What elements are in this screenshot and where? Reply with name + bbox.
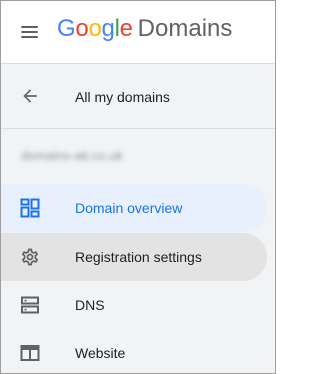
product-name: Domains xyxy=(137,15,233,42)
sidebar: All my domains domains-ati.co.uk Domain … xyxy=(1,64,275,373)
logo-letter: g xyxy=(101,15,115,42)
website-icon xyxy=(20,343,40,363)
dns-icon xyxy=(20,295,40,315)
sidebar-item-dns[interactable]: DNS xyxy=(1,281,267,329)
sidebar-item-website[interactable]: Website xyxy=(1,329,267,373)
divider xyxy=(1,128,275,129)
arrow-back-icon xyxy=(20,86,40,106)
google-domains-logo[interactable]: Google Domains xyxy=(57,15,232,47)
logo-letter: e xyxy=(119,15,133,42)
google-wordmark: Google xyxy=(57,15,133,43)
menu-line xyxy=(21,26,38,28)
app-window: Google Domains All my domains domains-at… xyxy=(0,0,276,374)
back-to-all-domains[interactable]: All my domains xyxy=(1,64,275,128)
gear-icon xyxy=(20,247,40,267)
hamburger-menu-icon[interactable] xyxy=(20,22,40,42)
top-app-bar: Google Domains xyxy=(1,1,275,64)
menu-line xyxy=(21,31,38,33)
domain-name: domains-ati.co.uk xyxy=(21,148,123,163)
logo-letter: o xyxy=(75,15,89,42)
sidebar-item-label: DNS xyxy=(75,297,105,313)
back-label: All my domains xyxy=(75,89,170,105)
sidebar-item-label: Domain overview xyxy=(75,200,183,216)
sidebar-item-registration-settings[interactable]: Registration settings xyxy=(1,233,267,281)
menu-line xyxy=(21,36,38,38)
sidebar-item-label: Website xyxy=(75,345,126,361)
sidebar-item-label: Registration settings xyxy=(75,249,202,265)
sidebar-item-domain-overview[interactable]: Domain overview xyxy=(1,184,267,232)
logo-letter: o xyxy=(88,15,102,42)
dashboard-icon xyxy=(20,198,40,218)
logo-letter: G xyxy=(57,15,76,42)
